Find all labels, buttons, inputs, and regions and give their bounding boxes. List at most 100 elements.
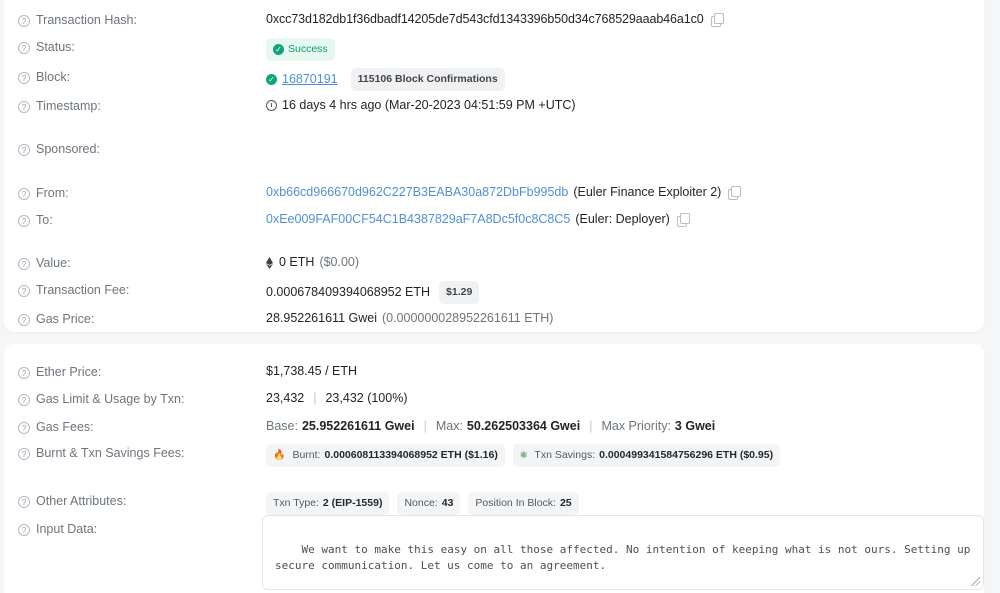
label-text: Burnt & Txn Savings Fees: xyxy=(36,446,185,460)
label-other-attributes: ? Other Attributes: xyxy=(18,492,266,510)
row-from: ? From: 0xb66cd966670d962C227B3EABA30a87… xyxy=(4,184,984,204)
help-icon[interactable]: ? xyxy=(18,42,30,54)
help-icon[interactable]: ? xyxy=(18,524,30,536)
value-from: 0xb66cd966670d962C227B3EABA30a872DbFb995… xyxy=(266,184,970,201)
gas-fees-priority-value: 3 Gwei xyxy=(674,419,716,433)
transaction-hash-text: 0xcc73d182db1f36dbadf14205de7d543cfd1343… xyxy=(266,12,704,26)
label-status: ? Status: xyxy=(18,38,266,56)
help-icon[interactable]: ? xyxy=(18,448,30,460)
label-gas-fees: ? Gas Fees: xyxy=(18,418,266,436)
row-burnt-savings: ? Burnt & Txn Savings Fees: 🔥 Burnt: 0.0… xyxy=(4,444,984,467)
divider: | xyxy=(423,419,427,433)
label-text: Status: xyxy=(36,40,75,54)
label-text: Gas Fees: xyxy=(36,420,94,434)
help-icon[interactable]: ? xyxy=(18,215,30,227)
help-icon[interactable]: ? xyxy=(18,144,30,156)
to-address-link[interactable]: 0xEe009FAF00CF54C1B4387829aF7A8Dc5f0c8C8… xyxy=(266,211,570,228)
status-badge-label: Success xyxy=(288,43,328,55)
value-status: ✓ Success xyxy=(266,38,970,61)
label-text: Block: xyxy=(36,70,71,84)
copy-icon[interactable] xyxy=(728,186,742,200)
row-transaction-hash: ? Transaction Hash: 0xcc73d182db1f36dbad… xyxy=(4,11,984,31)
label-gas-limit: ? Gas Limit & Usage by Txn: xyxy=(18,390,266,408)
from-address-link[interactable]: 0xb66cd966670d962C227B3EABA30a872DbFb995… xyxy=(266,184,568,201)
row-ether-price: ? Ether Price: $1,738.45 / ETH xyxy=(4,363,984,383)
position-label: Position In Block: xyxy=(475,497,556,509)
to-address-tag: (Euler: Deployer) xyxy=(575,212,670,226)
value-burnt-savings: 🔥 Burnt: 0.000608113394068952 ETH ($1.16… xyxy=(266,444,970,467)
txn-type-label: Txn Type: xyxy=(273,497,319,509)
value-gas-limit: 23,432 | 23,432 (100%) xyxy=(266,390,970,407)
from-address-tag: (Euler Finance Exploiter 2) xyxy=(573,185,722,199)
transaction-details-page: ? Transaction Hash: 0xcc73d182db1f36dbad… xyxy=(0,0,1000,593)
label-text: Transaction Fee: xyxy=(36,283,130,297)
row-status: ? Status: ✓ Success xyxy=(4,38,984,61)
row-other-attributes: ? Other Attributes: Txn Type: 2 (EIP-155… xyxy=(4,492,984,515)
txn-savings-value: 0.000499341584756296 ETH ($0.95) xyxy=(599,449,774,461)
row-gas-fees: ? Gas Fees: Base: 25.952261611 Gwei | Ma… xyxy=(4,418,984,438)
gas-fees-priority-label: Max Priority: xyxy=(601,419,671,433)
burnt-value: 0.000608113394068952 ETH ($1.16) xyxy=(324,449,498,461)
help-icon[interactable]: ? xyxy=(18,394,30,406)
help-icon[interactable]: ? xyxy=(18,15,30,27)
transaction-fee-eth: 0.000678409394068952 ETH xyxy=(266,285,431,299)
value-other-attributes: Txn Type: 2 (EIP-1559) Nonce: 43 Positio… xyxy=(266,492,970,515)
transaction-overview-card: ? Transaction Hash: 0xcc73d182db1f36dbad… xyxy=(4,0,984,332)
gas-fees-base-label: Base: xyxy=(266,419,298,433)
row-timestamp: ? Timestamp: 16 days 4 hrs ago (Mar-20-2… xyxy=(4,97,984,117)
copy-icon[interactable] xyxy=(710,13,724,27)
value-transaction-fee: 0.000678409394068952 ETH $1.29 xyxy=(266,281,970,304)
copy-icon[interactable] xyxy=(676,213,690,227)
block-confirmations-badge: 115106 Block Confirmations xyxy=(350,68,505,91)
help-icon[interactable]: ? xyxy=(18,285,30,297)
flame-icon: 🔥 xyxy=(273,450,286,461)
label-text: Ether Price: xyxy=(36,365,102,379)
value-gas-price: 28.952261611 Gwei (0.000000028952261611 … xyxy=(266,310,970,327)
label-text: Input Data: xyxy=(36,522,98,536)
divider: | xyxy=(313,391,317,405)
help-icon[interactable]: ? xyxy=(18,101,30,113)
gas-used-value: 23,432 (100%) xyxy=(325,391,408,405)
value-gas-fees: Base: 25.952261611 Gwei | Max: 50.262503… xyxy=(266,418,970,435)
row-sponsored: ? Sponsored: xyxy=(4,140,984,160)
value-transaction-hash: 0xcc73d182db1f36dbadf14205de7d543cfd1343… xyxy=(266,11,970,28)
resize-grip-icon[interactable] xyxy=(971,577,980,586)
block-number-link[interactable]: 16870191 xyxy=(282,71,338,88)
help-icon[interactable]: ? xyxy=(18,258,30,270)
help-icon[interactable]: ? xyxy=(18,314,30,326)
burnt-badge: 🔥 Burnt: 0.000608113394068952 ETH ($1.16… xyxy=(266,444,505,467)
help-icon[interactable]: ? xyxy=(18,422,30,434)
row-gas-price: ? Gas Price: 28.952261611 Gwei (0.000000… xyxy=(4,310,984,330)
status-badge: ✓ Success xyxy=(266,38,335,61)
value-fiat: ($0.00) xyxy=(319,255,360,269)
label-text: Sponsored: xyxy=(36,142,100,156)
nonce-badge: Nonce: 43 xyxy=(397,492,461,515)
label-burnt-savings: ? Burnt & Txn Savings Fees: xyxy=(18,444,266,462)
help-icon[interactable]: ? xyxy=(18,72,30,84)
help-icon[interactable]: ? xyxy=(18,367,30,379)
value-ether-price: $1,738.45 / ETH xyxy=(266,364,358,378)
label-gas-price: ? Gas Price: xyxy=(18,310,266,328)
value-timestamp: 16 days 4 hrs ago (Mar-20-2023 04:51:59 … xyxy=(266,97,970,114)
check-icon: ✓ xyxy=(266,74,277,85)
input-data-textarea[interactable]: We want to make this easy on all those a… xyxy=(262,515,984,590)
gas-price-gwei: 28.952261611 Gwei xyxy=(266,311,377,325)
label-from: ? From: xyxy=(18,184,266,202)
gas-fees-max-label: Max: xyxy=(435,419,463,433)
label-timestamp: ? Timestamp: xyxy=(18,97,266,115)
label-block: ? Block: xyxy=(18,68,266,86)
help-icon[interactable]: ? xyxy=(18,496,30,508)
position-in-block-badge: Position In Block: 25 xyxy=(468,492,579,515)
help-icon[interactable]: ? xyxy=(18,188,30,200)
label-value: ? Value: xyxy=(18,254,266,272)
txn-savings-badge: ❃ Txn Savings: 0.000499341584756296 ETH … xyxy=(512,444,781,467)
nonce-label: Nonce: xyxy=(404,497,438,509)
label-text: Value: xyxy=(36,256,71,270)
label-text: From: xyxy=(36,186,69,200)
label-text: Other Attributes: xyxy=(36,494,127,508)
txn-type-badge: Txn Type: 2 (EIP-1559) xyxy=(266,492,390,515)
nonce-value: 43 xyxy=(441,497,454,509)
txn-savings-label: Txn Savings: xyxy=(534,449,596,461)
label-transaction-fee: ? Transaction Fee: xyxy=(18,281,266,299)
gas-fees-max-value: 50.262503364 Gwei xyxy=(466,419,581,433)
